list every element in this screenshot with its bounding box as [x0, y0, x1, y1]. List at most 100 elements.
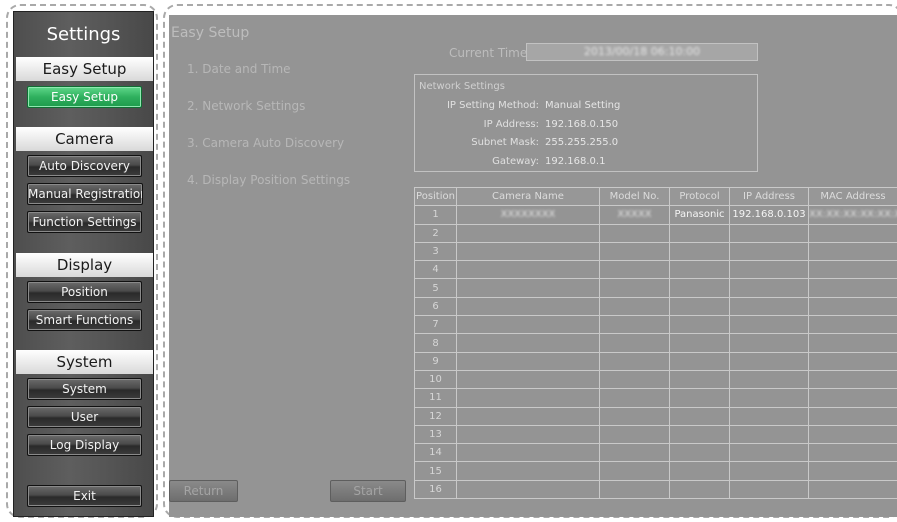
- easy-setup-button[interactable]: Easy Setup: [27, 86, 142, 108]
- table-row[interactable]: 8: [414, 333, 897, 353]
- table-row[interactable]: 6: [414, 296, 897, 317]
- auto-discovery-button[interactable]: Auto Discovery: [27, 155, 142, 177]
- cell-protocol: [669, 461, 730, 481]
- table-row[interactable]: 14: [414, 443, 897, 463]
- function-settings-button[interactable]: Function Settings: [27, 211, 142, 233]
- smart-functions-button[interactable]: Smart Functions: [27, 309, 142, 331]
- gateway-value: 192.168.0.1: [545, 156, 606, 167]
- column-header-model-no: Model No.: [599, 186, 670, 207]
- cell-protocol: [669, 406, 730, 426]
- table-row[interactable]: 9: [414, 351, 897, 371]
- current-time-value: 2013/00/18 06:10:00: [583, 45, 701, 58]
- start-button[interactable]: Start: [330, 480, 406, 502]
- cell-position-text: 16: [429, 483, 442, 495]
- cell-ip-address: [729, 479, 809, 500]
- column-header-protocol: Protocol: [669, 186, 730, 207]
- cell-ip-address: [729, 241, 809, 262]
- table-row[interactable]: 7: [414, 315, 897, 335]
- log-display-button[interactable]: Log Display: [27, 434, 142, 456]
- cell-model-no: [599, 388, 670, 408]
- cell-model-no: [599, 333, 670, 353]
- cell-position-text: 1: [432, 209, 439, 221]
- table-row[interactable]: 2: [414, 223, 897, 243]
- step-camera-auto-discovery: 3. Camera Auto Discovery: [187, 136, 345, 150]
- cell-position-text: 6: [432, 300, 439, 312]
- cell-position: 11: [414, 388, 457, 408]
- user-button[interactable]: User: [27, 406, 142, 428]
- table-row[interactable]: 5: [414, 278, 897, 298]
- manual-registration-button[interactable]: Manual Registration: [27, 183, 143, 205]
- cell-ip-address: [729, 278, 809, 298]
- table-row[interactable]: 3: [414, 241, 897, 262]
- cell-position: 3: [414, 241, 457, 262]
- cell-mac-address: XX:XX:XX:XX:XX:XX: [808, 205, 897, 225]
- cell-position-text: 5: [432, 282, 439, 294]
- column-header-mac-address: MAC Address: [808, 186, 897, 207]
- network-settings-title: Network Settings: [419, 81, 505, 92]
- cell-ip-address: 192.168.0.103: [729, 205, 809, 225]
- cell-protocol: [669, 333, 730, 353]
- cell-camera-name: [456, 424, 600, 445]
- table-row[interactable]: 16: [414, 479, 897, 500]
- cell-position-text: 15: [429, 465, 442, 477]
- settings-sidebar: Settings Easy Setup Easy Setup Camera Au…: [13, 11, 154, 517]
- cell-ip-address: [729, 406, 809, 426]
- table-row[interactable]: 4: [414, 260, 897, 280]
- cell-model-no: [599, 296, 670, 317]
- cell-model-no: [599, 315, 670, 335]
- current-time-field: 2013/00/18 06:10:00: [526, 43, 758, 61]
- cell-camera-name: [456, 406, 600, 426]
- cell-ip-address: [729, 223, 809, 243]
- table-row[interactable]: 13: [414, 424, 897, 445]
- ip-address-value: 192.168.0.150: [545, 119, 619, 130]
- cell-mac-address: [808, 241, 897, 262]
- cell-model-no: [599, 443, 670, 463]
- cell-camera-name: [456, 351, 600, 371]
- column-header-position: Position: [414, 186, 457, 207]
- cell-mac-address: [808, 406, 897, 426]
- section-header-system: System: [16, 350, 153, 374]
- position-button[interactable]: Position: [27, 281, 142, 303]
- cell-mac-address: [808, 479, 897, 500]
- cell-mac-address: [808, 388, 897, 408]
- cell-camera-name: [456, 443, 600, 463]
- cell-position: 14: [414, 443, 457, 463]
- table-row[interactable]: 11: [414, 388, 897, 408]
- section-header-display: Display: [16, 253, 153, 277]
- cell-camera-name: [456, 388, 600, 408]
- current-time-label: Current Time: [449, 46, 528, 60]
- table-row[interactable]: 10: [414, 369, 897, 390]
- ip-setting-method-value: Manual Setting: [545, 100, 621, 111]
- table-row[interactable]: 12: [414, 406, 897, 426]
- exit-button[interactable]: Exit: [27, 485, 142, 507]
- cell-position: 4: [414, 260, 457, 280]
- column-header-ip-address: IP Address: [729, 186, 809, 207]
- cell-model-no: [599, 260, 670, 280]
- cell-model-no: [599, 369, 670, 390]
- table-row[interactable]: 1 XXXXXXXX XXXXX Panasonic 192.168.0.103 XX:X…: [414, 205, 897, 225]
- camera-table: Position Camera Name Model No. Protocol …: [414, 186, 897, 500]
- cell-position-text: 11: [429, 392, 442, 404]
- cell-model-no: [599, 351, 670, 371]
- cell-camera-name: [456, 296, 600, 317]
- cell-protocol: [669, 223, 730, 243]
- cell-model-no: [599, 461, 670, 481]
- cell-protocol: [669, 351, 730, 371]
- section-header-camera: Camera: [16, 127, 153, 151]
- page-title: Easy Setup: [171, 25, 250, 41]
- cell-ip-address: [729, 315, 809, 335]
- ip-setting-method-label: IP Setting Method:: [446, 100, 539, 111]
- section-header-easy-setup: Easy Setup: [16, 57, 153, 81]
- return-button[interactable]: Return: [169, 480, 238, 502]
- cell-protocol: [669, 278, 730, 298]
- cell-mac-address: [808, 296, 897, 317]
- cell-position-text: 13: [429, 429, 442, 440]
- system-button[interactable]: System: [27, 378, 142, 400]
- cell-position-text: 14: [429, 447, 442, 459]
- cell-position: 15: [414, 461, 457, 481]
- cell-ip-address: [729, 424, 809, 445]
- step-network-settings: 2. Network Settings: [187, 99, 306, 113]
- cell-position: 1: [414, 205, 457, 225]
- table-row[interactable]: 15: [414, 461, 897, 481]
- easy-setup-panel: Easy Setup 1. Date and Time 2. Network S…: [169, 15, 897, 517]
